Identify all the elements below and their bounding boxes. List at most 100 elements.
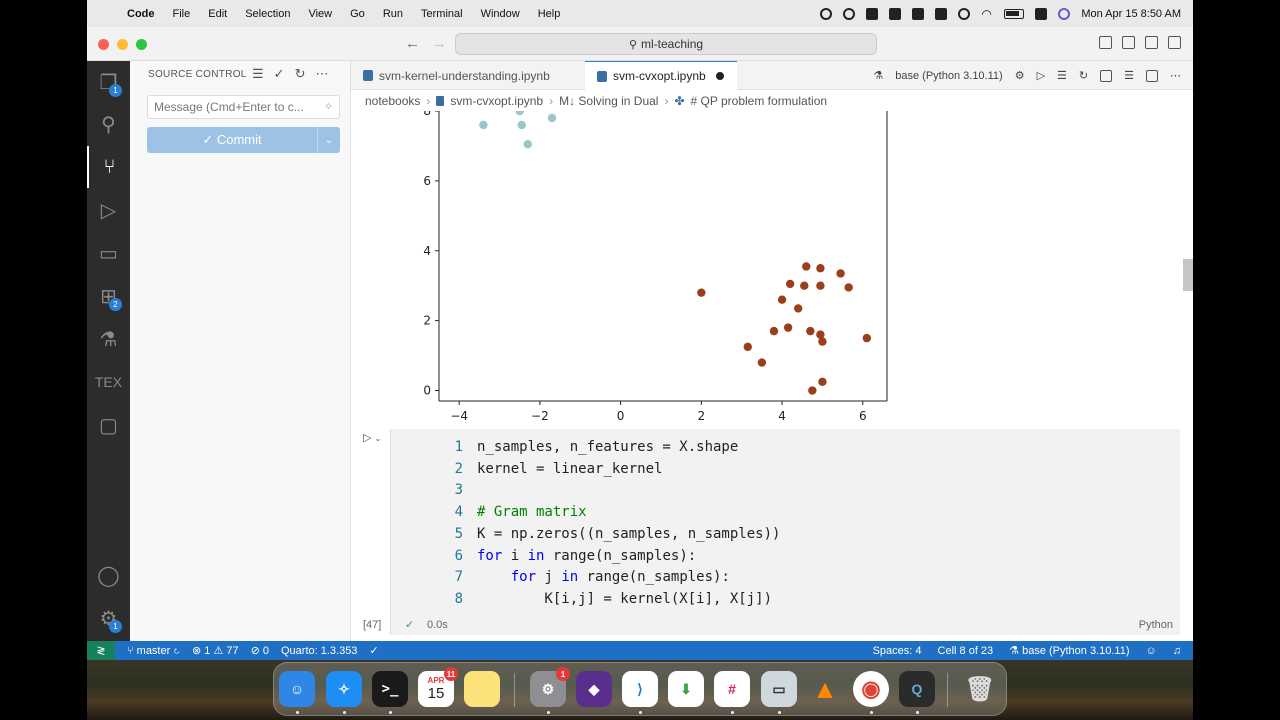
menu-window[interactable]: Window [481,8,520,20]
command-center-search[interactable]: ⚲ ml-teaching [455,33,877,55]
app-status-icon-2[interactable] [889,7,902,20]
tab-label: svm-kernel-understanding.ipynb [379,68,550,83]
commit-message-input[interactable]: Message (Cmd+Enter to c... ✧ [147,95,340,119]
finder-icon[interactable]: ☺ [279,671,315,707]
more-actions-icon[interactable]: ⋯ [1170,69,1181,82]
menu-go[interactable]: Go [350,8,365,20]
more-actions-icon[interactable]: ⋯ [315,66,328,82]
code-cell[interactable]: 1 n_samples, n_features = X.shape 2 kernel… [390,429,1180,635]
comments-icon[interactable]: ▢ [87,404,130,446]
check-icon[interactable]: ✓ [369,644,378,657]
refresh-icon[interactable]: ↻ [295,66,306,82]
quarto-version[interactable]: Quarto: 1.3.353 [281,645,357,657]
installer-icon[interactable]: ⬇ [668,671,704,707]
chrome-icon[interactable]: ◉ [853,671,889,707]
notes-icon[interactable] [464,671,500,707]
menu-code[interactable]: Code [127,8,155,20]
run-debug-icon[interactable]: ▷ [87,189,130,231]
app-status-icon-3[interactable] [912,7,925,20]
indentation[interactable]: Spaces: 4 [873,645,922,657]
unsaved-dot-icon[interactable] [715,72,724,80]
trash-icon[interactable]: 🗑 [962,671,998,707]
terminal-icon[interactable]: >_ [372,671,408,707]
manage-gear-icon[interactable]: ⚙ 1 [87,597,130,639]
explorer-icon[interactable]: ❐ 1 [87,61,130,103]
run-cell-button[interactable]: ▷ ⌄ [363,431,381,444]
ports-indicator[interactable]: ⊘ 0 [251,644,269,657]
toggle-sidebar-icon[interactable] [1099,36,1112,49]
commit-check-icon[interactable]: ✓ [274,66,285,82]
variables-icon[interactable] [1100,69,1113,82]
feedback-icon[interactable]: ☺ [1146,645,1157,657]
breadcrumb-notebooks[interactable]: notebooks [365,94,420,108]
siri-icon[interactable] [1058,7,1071,20]
obsidian-icon[interactable]: ◆ [576,671,612,707]
sparkle-icon[interactable]: ✧ [324,100,333,113]
testing-flask-icon[interactable]: ⚗ [87,318,130,360]
vscode-icon[interactable]: ⟩ [622,671,658,707]
restart-icon[interactable]: ↻ [1079,69,1088,82]
problems-indicator[interactable]: ⊗ 1 ⚠ 77 [192,644,239,657]
git-branch[interactable]: ⑂ master ↻ [127,645,180,657]
search-icon[interactable]: ⚲ [87,103,130,145]
wifi-icon[interactable]: ◠ [981,8,993,20]
remote-explorer-icon[interactable]: ▭ [87,232,130,274]
gear-icon[interactable]: ⚙ [1015,69,1025,82]
notifications-bell-icon[interactable]: ♫ [1173,645,1181,657]
outline-icon[interactable]: ☰ [1124,69,1134,82]
run-all-icon[interactable]: ▷ [1037,69,1045,82]
menu-run[interactable]: Run [383,8,403,20]
spotlight-icon[interactable] [843,7,856,20]
preview-icon[interactable]: ▭ [761,671,797,707]
back-arrow-icon[interactable]: ← [405,35,420,52]
app-status-icon-4[interactable] [935,7,948,20]
breadcrumb-subsection[interactable]: # QP problem formulation [691,94,828,108]
safari-icon[interactable]: ✧ [326,671,362,707]
kernel-status[interactable]: ⚗ base (Python 3.10.11) [1009,644,1129,657]
menu-edit[interactable]: Edit [208,8,227,20]
cell-language[interactable]: Python [1139,619,1173,631]
vlc-icon[interactable]: ▲ [807,671,843,707]
forward-arrow-icon[interactable]: → [432,35,447,52]
quicktime-icon[interactable]: Q [899,671,935,707]
zoom-window-button[interactable] [136,39,147,50]
scrollbar-thumb[interactable] [1183,259,1193,291]
source-control-icon[interactable]: ⑂ [87,146,130,188]
tab-svm-kernel-understanding[interactable]: svm-kernel-understanding.ipynb [351,61,585,90]
code-editor[interactable]: 1 n_samples, n_features = X.shape 2 kernel… [391,437,781,611]
close-window-button[interactable] [98,39,109,50]
customize-layout-icon[interactable] [1168,36,1181,49]
system-settings-icon[interactable]: ⚙ 1 [530,667,570,707]
view-as-list-icon[interactable]: ☰ [252,66,264,82]
play-icon[interactable] [958,7,971,20]
kernel-selector[interactable]: base (Python 3.10.11) [895,70,1002,82]
record-icon[interactable] [820,7,833,20]
clear-outputs-icon[interactable]: ☰ [1057,69,1067,82]
tab-svm-cvxopt[interactable]: svm-cvxopt.ipynb [585,61,737,90]
minimize-window-button[interactable] [117,39,128,50]
menu-view[interactable]: View [308,8,332,20]
menu-file[interactable]: File [173,8,191,20]
slack-icon[interactable]: # [714,671,750,707]
breadcrumb-section[interactable]: M↓ Solving in Dual [559,94,658,108]
calendar-icon[interactable]: APR 15 11 [418,667,458,707]
clock[interactable]: Mon Apr 15 8:50 AM [1081,8,1181,20]
breadcrumb-file[interactable]: svm-cvxopt.ipynb [450,94,543,108]
app-status-icon[interactable] [866,7,879,20]
tex-icon[interactable]: TEX [87,361,130,403]
extensions-icon[interactable]: ⊞ 2 [87,275,130,317]
menu-terminal[interactable]: Terminal [421,8,463,20]
battery-icon[interactable] [1004,8,1025,19]
menu-help[interactable]: Help [538,8,561,20]
toggle-secondary-sidebar-icon[interactable] [1145,36,1158,49]
remote-indicator-icon[interactable]: ≷ [87,641,115,660]
menu-selection[interactable]: Selection [245,8,290,20]
account-icon[interactable]: ◯ [87,554,130,596]
toggle-panel-icon[interactable] [1122,36,1135,49]
chevron-down-icon[interactable]: ⌄ [375,434,382,443]
cell-position[interactable]: Cell 8 of 23 [938,645,994,657]
commit-button[interactable]: ✓ Commit ⌄ [147,127,340,153]
split-editor-icon[interactable] [1146,69,1158,82]
commit-dropdown-chevron-icon[interactable]: ⌄ [317,127,340,153]
control-center-icon[interactable] [1035,7,1048,20]
